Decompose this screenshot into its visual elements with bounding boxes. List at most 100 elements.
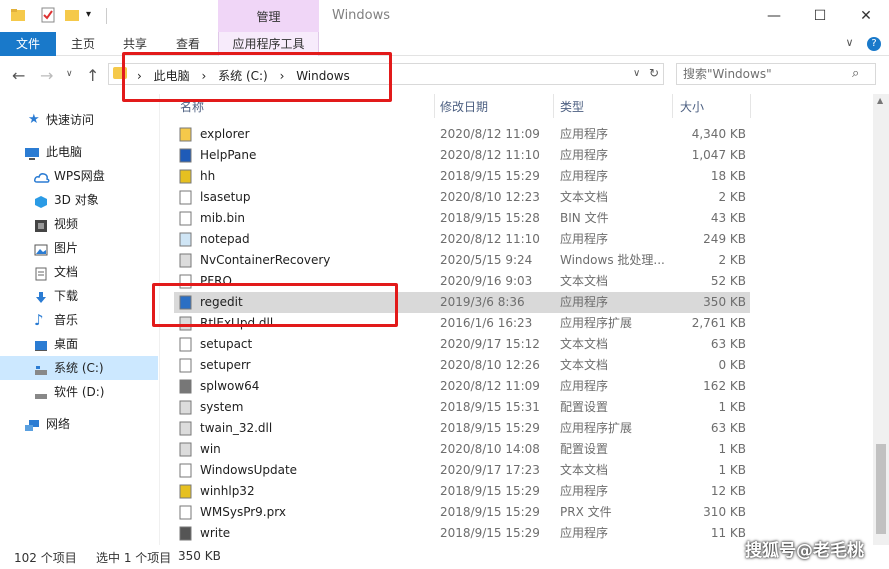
table-row[interactable]: winhlp32 2018/9/15 15:29 应用程序 12 KB [174,481,750,502]
sidebar-item-pictures[interactable]: 图片 [0,236,158,260]
close-button[interactable]: ✕ [843,0,889,32]
column-header-type[interactable]: 类型 [560,98,584,115]
table-row[interactable]: lsasetup 2020/8/10 12:23 文本文档 2 KB [174,187,750,208]
table-row[interactable]: mib.bin 2018/9/15 15:28 BIN 文件 43 KB [174,208,750,229]
minimize-button[interactable]: — [751,0,797,32]
tab-file[interactable]: 文件 [0,32,56,56]
sidebar-item-videos[interactable]: 视频 [0,212,158,236]
back-button[interactable]: ← [12,66,25,85]
file-type: 文本文档 [560,337,609,351]
file-date: 2018/9/15 15:29 [440,169,540,183]
sidebar-item-label: 桌面 [54,337,79,351]
file-name: write [200,526,231,540]
file-date: 2020/8/12 11:10 [440,232,540,246]
chevron-down-icon[interactable]: ▾ [86,7,102,23]
file-name: explorer [200,127,250,141]
search-icon[interactable]: ⌕ [852,66,859,81]
new-folder-icon[interactable] [64,7,80,23]
file-name: notepad [200,232,250,246]
table-row[interactable]: splwow64 2020/8/12 11:09 应用程序 162 KB [174,376,750,397]
sidebar-item-wps-drive[interactable]: WPS网盘 [0,164,158,188]
table-row[interactable]: setupact 2020/9/17 15:12 文本文档 63 KB [174,334,750,355]
table-row[interactable]: NvContainerRecovery 2020/5/15 9:24 Windows… [174,250,750,271]
file-date: 2019/3/6 8:36 [440,295,525,309]
divider [106,8,107,24]
recent-locations-button[interactable]: ∨ [66,69,73,79]
table-row[interactable]: HelpPane 2020/8/12 11:10 应用程序 1,047 KB [174,145,750,166]
file-icon [178,211,193,226]
file-size: 2,761 KB [691,316,746,330]
search-input[interactable]: 搜索"Windows" [676,63,876,85]
sidebar-item-3d-objects[interactable]: 3D 对象 [0,188,158,212]
table-row[interactable]: explorer 2020/8/12 11:09 应用程序 4,340 KB [174,124,750,145]
computer-icon [24,145,39,160]
printer-icon [178,379,193,394]
file-type: 应用程序 [560,148,609,162]
column-divider[interactable] [434,94,435,118]
sidebar-item-documents[interactable]: 文档 [0,260,158,284]
column-header-date[interactable]: 修改日期 [440,98,488,115]
file-name: setupact [200,337,253,351]
table-row[interactable]: system 2018/9/15 15:31 配置设置 1 KB [174,397,750,418]
winhlp-icon [178,484,193,499]
file-size: 350 KB [703,295,746,309]
help-button[interactable]: ? [867,37,881,51]
file-name: NvContainerRecovery [200,253,331,267]
video-icon [34,217,48,232]
sidebar-item-network[interactable]: 网络 [0,412,158,436]
scroll-up-arrow-icon[interactable]: ▲ [877,96,883,105]
sidebar-item-quick-access[interactable]: ★ 快速访问 [0,108,158,132]
file-size: 12 KB [710,484,746,498]
table-row[interactable]: win 2020/8/10 14:08 配置设置 1 KB [174,439,750,460]
file-date: 2020/8/10 14:08 [440,442,540,456]
table-row[interactable]: write 2018/9/15 15:29 应用程序 11 KB [174,523,750,544]
sidebar-item-system-c[interactable]: 系统 (C:) [0,356,158,380]
table-row[interactable]: hh 2018/9/15 15:29 应用程序 18 KB [174,166,750,187]
sidebar-item-music[interactable]: ♪ 音乐 [0,308,158,332]
expand-ribbon-button[interactable]: ∨ [845,36,853,49]
file-name: WindowsUpdate [200,463,298,477]
tab-manage[interactable]: 管理 [218,0,319,32]
maximize-button[interactable]: ☐ [797,0,843,32]
table-row[interactable]: setuperr 2020/8/10 12:26 文本文档 0 KB [174,355,750,376]
file-size: 63 KB [710,421,746,435]
file-name: lsasetup [200,190,251,204]
column-divider[interactable] [672,94,673,118]
file-type: 配置设置 [560,400,609,414]
file-size: 1,047 KB [691,148,746,162]
text-file-icon [178,190,193,205]
picture-icon [34,241,48,256]
file-date: 2018/9/15 15:29 [440,421,540,435]
hh-icon [178,169,193,184]
text-file-icon [178,358,193,373]
file-type: Windows 批处理... [560,253,665,267]
forward-button[interactable]: → [40,66,53,85]
address-dropdown-button[interactable]: ∨ [633,68,640,79]
status-selected: 选中 1 个项目 [96,551,172,565]
tab-home[interactable]: 主页 [62,32,104,56]
vertical-scrollbar[interactable]: ▲ [873,94,889,545]
up-button[interactable]: ↑ [86,66,99,85]
column-divider[interactable] [750,94,751,118]
sidebar-item-downloads[interactable]: 下载 [0,284,158,308]
file-date: 2018/9/15 15:31 [440,400,540,414]
file-size: 4,340 KB [691,127,746,141]
file-type: 应用程序 [560,295,609,309]
sidebar-item-this-pc[interactable]: 此电脑 [0,140,158,164]
file-size: 11 KB [710,526,746,540]
sidebar-item-software-d[interactable]: 软件 (D:) [0,380,158,404]
refresh-button[interactable]: ↻ [649,66,659,80]
column-divider[interactable] [553,94,554,118]
scrollbar-thumb[interactable] [876,444,886,534]
file-type: 应用程序扩展 [560,316,633,330]
file-date: 2020/8/12 11:09 [440,379,540,393]
properties-icon[interactable] [40,7,56,23]
table-row[interactable]: WMSysPr9.prx 2018/9/15 15:29 PRX 文件 310 KB [174,502,750,523]
sidebar-item-desktop[interactable]: 桌面 [0,332,158,356]
column-header-size[interactable]: 大小 [680,98,704,115]
table-row[interactable]: notepad 2020/8/12 11:10 应用程序 249 KB [174,229,750,250]
table-row[interactable]: WindowsUpdate 2020/9/17 17:23 文本文档 1 KB [174,460,750,481]
table-row[interactable]: twain_32.dll 2018/9/15 15:29 应用程序扩展 63 KB [174,418,750,439]
file-date: 2020/8/10 12:26 [440,358,540,372]
sidebar-item-label: 3D 对象 [54,193,99,207]
